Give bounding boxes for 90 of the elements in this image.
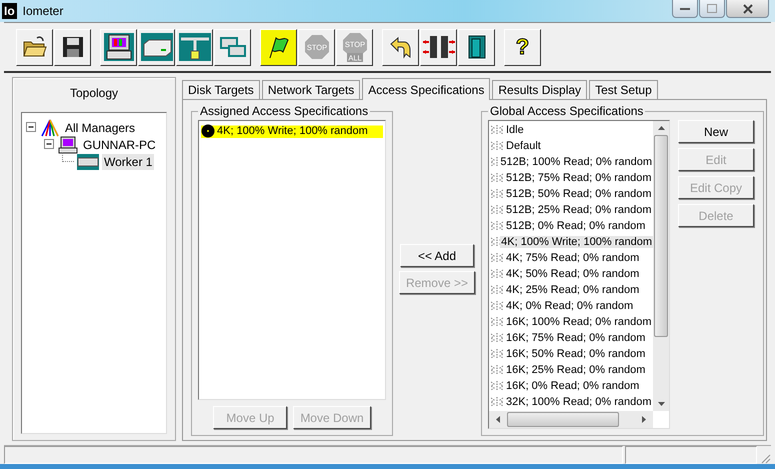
spec-icon bbox=[489, 283, 505, 297]
group-title: Assigned Access Specifications bbox=[199, 104, 370, 118]
list-item[interactable]: Idle bbox=[505, 124, 525, 136]
list-item[interactable]: 32K; 100% Read; 0% random bbox=[505, 396, 653, 408]
group-title: Global Access Specifications bbox=[489, 104, 644, 118]
computer-toolbar-button[interactable] bbox=[100, 28, 137, 66]
list-item[interactable]: 512B; 75% Read; 0% random bbox=[505, 172, 653, 184]
tab[interactable]: Network Targets bbox=[262, 80, 360, 99]
tree-item[interactable]: All Managers bbox=[63, 120, 138, 136]
transfer-button[interactable]: << Add bbox=[400, 244, 474, 267]
spec-icon bbox=[489, 219, 505, 233]
tab[interactable]: Results Display bbox=[492, 80, 588, 99]
scroll-left-icon[interactable] bbox=[496, 416, 500, 423]
scroll-down-icon[interactable] bbox=[658, 402, 664, 406]
list-item[interactable]: 16K; 75% Read; 0% random bbox=[505, 332, 646, 344]
disk-drive-icon bbox=[77, 154, 99, 170]
windows-toolbar-button[interactable] bbox=[214, 28, 251, 66]
list-item[interactable]: 16K; 25% Read; 0% random bbox=[505, 364, 646, 376]
tree-item[interactable]: GUNNAR-PC bbox=[81, 136, 158, 152]
list-item[interactable]: 4K; 75% Read; 0% random bbox=[505, 252, 640, 264]
tab[interactable]: Test Setup bbox=[589, 80, 658, 99]
start-toolbar-button[interactable] bbox=[260, 28, 297, 66]
reset-toolbar-button[interactable] bbox=[382, 28, 419, 66]
two-windows-icon bbox=[218, 35, 246, 59]
list-item[interactable]: 4K; 25% Read; 0% random bbox=[505, 284, 640, 296]
panel-title: Topology bbox=[68, 85, 120, 102]
spec-icon bbox=[489, 251, 505, 265]
arrows-columns-icon bbox=[422, 34, 456, 60]
spec-icon bbox=[489, 395, 505, 409]
app-logo: Io bbox=[2, 3, 17, 19]
network-toolbar-button[interactable] bbox=[176, 28, 213, 66]
computer-icon bbox=[58, 136, 78, 154]
vertical-scrollbar[interactable] bbox=[653, 121, 669, 411]
spec-icon bbox=[489, 123, 505, 137]
list-item[interactable]: 4K; 0% Read; 0% random bbox=[505, 300, 634, 312]
list-item[interactable]: Default bbox=[505, 140, 542, 152]
spec-icon bbox=[489, 379, 505, 393]
window-title: Iometer bbox=[22, 4, 64, 18]
exit-toolbar-button[interactable] bbox=[458, 28, 495, 66]
arrows-toolbar-button[interactable] bbox=[420, 28, 457, 66]
spec-icon bbox=[489, 139, 505, 153]
scroll-right-icon[interactable] bbox=[642, 416, 646, 423]
minimize-icon bbox=[680, 6, 690, 10]
list-item[interactable]: 4K; 100% Write; 100% random bbox=[201, 123, 383, 139]
list-item[interactable]: 512B; 0% Read; 0% random bbox=[505, 220, 646, 232]
spec-icon bbox=[489, 363, 505, 377]
maximize-icon bbox=[707, 4, 717, 13]
minimize-button[interactable] bbox=[672, 0, 698, 18]
expander-icon[interactable] bbox=[44, 139, 55, 150]
spec-icon bbox=[489, 203, 505, 217]
spec-icon bbox=[489, 315, 505, 329]
question-mark-icon: ? bbox=[516, 35, 530, 59]
tab[interactable]: Disk Targets bbox=[182, 80, 260, 99]
resize-grip-icon bbox=[759, 452, 771, 464]
spec-icon bbox=[489, 267, 505, 281]
list-item[interactable]: 512B; 25% Read; 0% random bbox=[505, 204, 653, 216]
computer-icon bbox=[104, 33, 134, 61]
close-icon bbox=[742, 4, 752, 14]
list-item[interactable]: 16K; 50% Read; 0% random bbox=[505, 348, 646, 360]
list-item[interactable]: 512B; 100% Read; 0% random bbox=[499, 156, 653, 168]
spec-icon bbox=[489, 235, 500, 249]
curved-arrow-icon bbox=[388, 35, 412, 59]
spec-icon bbox=[489, 187, 505, 201]
list-item[interactable]: 4K; 50% Read; 0% random bbox=[505, 268, 640, 280]
scroll-up-icon[interactable] bbox=[658, 126, 664, 130]
spec-icon bbox=[489, 347, 505, 361]
horizontal-scrollbar[interactable] bbox=[489, 411, 653, 428]
save-toolbar-button[interactable] bbox=[54, 28, 91, 66]
spec-icon bbox=[489, 171, 505, 185]
list-item[interactable]: 16K; 100% Read; 0% random bbox=[505, 316, 653, 328]
list-item[interactable]: 4K; 100% Write; 100% random bbox=[500, 236, 653, 248]
expander-icon[interactable] bbox=[26, 122, 37, 133]
open-toolbar-button[interactable] bbox=[16, 28, 53, 66]
close-button[interactable] bbox=[726, 0, 769, 18]
tab[interactable]: Access Specifications bbox=[362, 78, 490, 100]
spec-button[interactable]: New bbox=[678, 120, 754, 143]
list-item[interactable]: 512B; 50% Read; 0% random bbox=[505, 188, 653, 200]
door-icon bbox=[466, 34, 488, 60]
spec-icon bbox=[489, 299, 505, 313]
tree-item[interactable]: Worker 1 bbox=[102, 154, 154, 170]
managers-icon bbox=[40, 118, 60, 136]
spec-icon bbox=[489, 155, 500, 169]
spec-icon bbox=[489, 331, 505, 345]
list-item[interactable]: 16K; 0% Read; 0% random bbox=[505, 380, 640, 392]
open-folder-icon bbox=[22, 35, 48, 59]
network-icon bbox=[178, 33, 210, 61]
disk-drive-icon bbox=[140, 33, 172, 61]
disk-toolbar-button[interactable] bbox=[138, 28, 175, 66]
maximize-button[interactable] bbox=[699, 0, 725, 18]
dot-icon bbox=[201, 124, 215, 138]
